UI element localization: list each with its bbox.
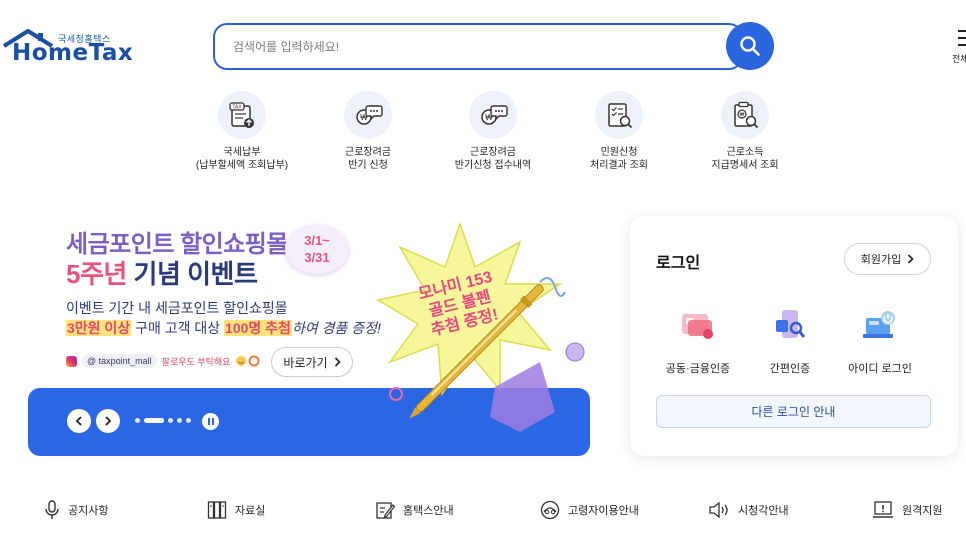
income-statement-icon: ₩	[734, 101, 759, 129]
guide-icon	[376, 502, 395, 519]
quick-link-civil-result[interactable]: 민원신청 처리결과 조회	[549, 91, 689, 172]
instagram-note: 팔로우도 부탁해요	[161, 356, 231, 367]
quick-link-label: 근로소득	[726, 147, 764, 158]
remote-support-icon	[873, 501, 893, 518]
nav-label: 시청각안내	[738, 505, 789, 517]
logo-english-text: HomeTax	[12, 40, 134, 66]
tax-payment-icon: TAX	[229, 102, 254, 128]
other-login-button[interactable]: 다른 로그인 안내	[656, 395, 931, 428]
nav-label: 공지사항	[68, 505, 109, 517]
banner-date-start: 3/1~	[304, 233, 330, 248]
pause-icon	[211, 418, 214, 425]
banner-subtitle: 5주년 기념 이벤트	[66, 254, 258, 291]
pagination-dot[interactable]	[177, 418, 182, 423]
banner-highlight-amount: 3만원 이상	[66, 320, 132, 336]
quick-link-sublabel: 반기신청 접수내역	[454, 160, 532, 171]
login-title: 로그인	[656, 255, 701, 272]
login-option-label: 공동·금융인증	[665, 363, 731, 375]
quick-link-sublabel: 반기 신청	[348, 160, 388, 171]
chevron-right-icon	[105, 416, 112, 426]
banner-condition: 3만원 이상 구매 고객 대상 100명 추첨하여 경품 증정!	[66, 318, 381, 338]
quick-link-label: 근로장려금	[470, 147, 516, 158]
svg-text:₩: ₩	[740, 112, 745, 118]
nav-label: 홈택스안내	[403, 505, 454, 517]
nav-label: 자료실	[235, 505, 266, 517]
login-panel: 로그인 회원가입 공동·금융인증 간편인증 아이디 로그인 다른 로그인 안내	[630, 216, 958, 456]
instagram-icon	[66, 355, 77, 367]
incentive-history-icon: ₩	[481, 105, 508, 125]
search-box	[213, 23, 743, 70]
pagination-dot[interactable]	[186, 418, 191, 423]
login-option-simple[interactable]: 간편인증	[740, 304, 840, 376]
quick-link-tax-payment[interactable]: TAX 국세납부 (납부할세액 조회납부)	[172, 91, 312, 172]
quick-link-label: 국세납부	[223, 147, 261, 158]
hometax-logo[interactable]: 국세청홈택스 HomeTax	[2, 26, 133, 70]
microphone-icon	[45, 500, 59, 519]
instagram-handle: @ taxpoint_mall	[82, 354, 157, 368]
quick-link-incentive-apply[interactable]: ₩ 근로장려금 반기 신청	[298, 91, 438, 172]
emoji-icons	[236, 355, 260, 367]
search-button[interactable]	[726, 22, 774, 70]
hamburger-icon	[958, 30, 966, 51]
login-option-certificate[interactable]: 공동·금융인증	[648, 304, 748, 376]
signup-button[interactable]: 회원가입	[844, 243, 931, 275]
nav-archive[interactable]: 자료실	[207, 500, 265, 520]
banner-next-button[interactable]	[96, 409, 120, 433]
quick-link-label: 근로장려금	[345, 147, 391, 158]
archive-icon	[207, 501, 227, 519]
banner-pagination	[135, 418, 191, 423]
speaker-icon	[709, 501, 728, 519]
pagination-dot[interactable]	[144, 418, 164, 423]
banner-go-button[interactable]: 바로가기	[271, 347, 353, 377]
nav-label: 원격지원	[902, 505, 943, 517]
login-option-label: 아이디 로그인	[848, 363, 912, 375]
banner-condition-text: 구매 고객 대상	[131, 320, 225, 336]
quick-link-sublabel: 처리결과 조회	[590, 160, 648, 171]
id-login-icon	[863, 311, 895, 338]
nav-label: 고령자이용안내	[568, 505, 639, 517]
incentive-apply-icon: ₩	[356, 105, 383, 125]
search-input[interactable]	[233, 37, 713, 57]
quick-link-incentive-history[interactable]: ₩ 근로장려금 반기신청 접수내역	[423, 91, 563, 172]
banner-prev-button[interactable]	[67, 409, 91, 433]
certificate-icon	[682, 314, 713, 339]
senior-icon	[540, 500, 560, 520]
chevron-right-icon	[908, 254, 914, 264]
search-icon	[740, 36, 760, 56]
banner-pause-button[interactable]	[202, 413, 219, 430]
quick-link-label: 민원신청	[600, 147, 638, 158]
banner-condition-end: 하여 경품 증정!	[291, 320, 381, 336]
quick-link-income-statement[interactable]: ₩ 근로소득 지급명세서 조회	[675, 91, 815, 172]
pagination-dot[interactable]	[135, 418, 140, 423]
chevron-left-icon	[75, 416, 82, 426]
quick-link-sublabel: 지급명세서 조회	[711, 160, 779, 171]
pagination-dot[interactable]	[168, 418, 173, 423]
quick-link-sublabel: (납부할세액 조회납부)	[195, 160, 289, 171]
signup-label: 회원가입	[860, 254, 902, 266]
nav-senior[interactable]: 고령자이용안내	[540, 500, 639, 520]
banner-instagram: @ taxpoint_mall 팔로우도 부탁해요	[66, 354, 261, 368]
banner-anniversary: 5주년	[66, 259, 127, 289]
nav-guide[interactable]: 홈택스안내	[375, 500, 454, 520]
simple-auth-icon	[776, 310, 806, 338]
login-option-id[interactable]: 아이디 로그인	[830, 304, 930, 376]
login-option-label: 간편인증	[769, 363, 811, 375]
nav-audiovisual[interactable]: 시청각안내	[708, 500, 789, 520]
chevron-right-icon	[334, 357, 341, 367]
banner-go-label: 바로가기	[283, 355, 328, 370]
banner-date-end: 3/31	[304, 250, 330, 265]
pause-icon	[207, 418, 210, 425]
banner-event-text: 기념 이벤트	[126, 259, 258, 289]
starburst-graphic	[375, 222, 585, 432]
banner-date-badge: 3/1~ 3/31	[285, 224, 349, 274]
banner-description: 이벤트 기간 내 세금포인트 할인쇼핑몰	[66, 300, 288, 316]
banner-highlight-winners: 100명 추첨	[224, 320, 292, 336]
nav-remote-support[interactable]: 원격지원	[872, 500, 942, 520]
civil-result-icon	[608, 103, 633, 129]
svg-text:TAX: TAX	[232, 105, 242, 111]
all-menu-label: 전체	[952, 54, 966, 64]
nav-notice[interactable]: 공지사항	[44, 500, 108, 520]
